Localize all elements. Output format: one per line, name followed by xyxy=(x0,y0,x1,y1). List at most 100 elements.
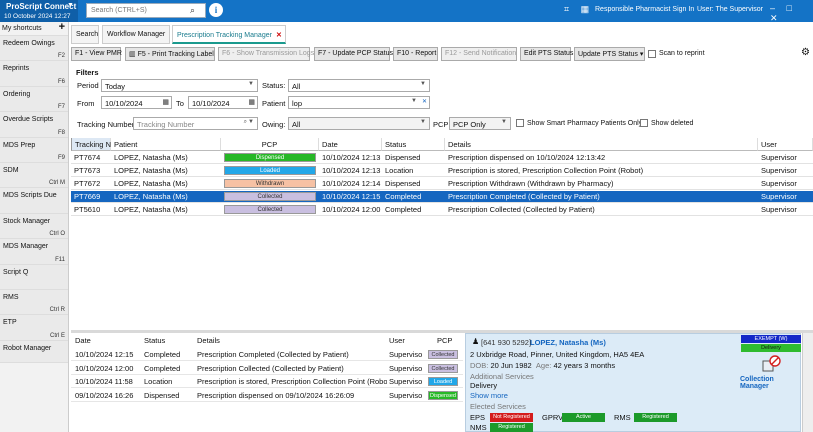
sidebar-item-robot-manager[interactable]: Robot Manager xyxy=(0,340,68,363)
pcp-status-badge: Collected xyxy=(224,192,316,201)
cell-details: Prescription Withdrawn (Withdrawn by Pha… xyxy=(448,179,614,188)
sidebar-item-overdue-scripts[interactable]: Overdue Scripts F8 xyxy=(0,112,68,138)
status-select[interactable]: All ▼ xyxy=(288,79,430,92)
info-icon[interactable]: i xyxy=(209,3,223,17)
collection-manager-icon[interactable] xyxy=(761,355,781,373)
add-shortcut-icon[interactable]: + xyxy=(59,21,65,33)
history-header-date[interactable]: Date xyxy=(75,336,91,345)
period-select[interactable]: Today ▼ xyxy=(101,79,258,92)
cell-tracking: PT7669 xyxy=(74,192,101,201)
current-user-link[interactable]: User: The Supervisor xyxy=(697,6,763,13)
history-header-user[interactable]: User xyxy=(389,336,405,345)
history-cell-date: 10/10/2024 11:58 xyxy=(75,377,133,386)
gear-icon[interactable]: ⚙ xyxy=(801,47,810,58)
history-row[interactable]: 10/10/2024 12:00 Completed Prescription Co… xyxy=(71,362,463,375)
pcp-select[interactable]: PCP Only ▼ xyxy=(449,117,511,130)
cell-details: Prescription Collected (Collected by Pat… xyxy=(448,205,595,214)
history-row[interactable]: 10/10/2024 11:58 Location Prescription is … xyxy=(71,375,463,388)
search-icon[interactable]: ⌕ xyxy=(190,5,195,16)
send-notification-button[interactable]: F12 - Send Notification xyxy=(441,47,517,61)
maximize-icon[interactable]: □ xyxy=(787,3,792,13)
scan-icon[interactable]: ⌗ xyxy=(564,4,569,14)
column-header-tracking[interactable]: Tracking N xyxy=(71,138,111,151)
edit-pts-status-button[interactable]: Edit PTS Status xyxy=(520,47,573,61)
column-header-user[interactable]: User xyxy=(758,138,813,151)
print-tracking-label-button[interactable]: ▥ F5 - Print Tracking Label xyxy=(125,47,215,61)
tab-search[interactable]: Search xyxy=(71,25,99,44)
search-icon[interactable]: ⌕ xyxy=(244,119,247,126)
sidebar-item-reprints[interactable]: Reprints F6 xyxy=(0,61,68,87)
calendar-icon[interactable]: ▦ xyxy=(162,98,169,106)
update-pts-status-button[interactable]: Update PTS Status ▾ xyxy=(574,47,645,61)
tab-workflow-manager[interactable]: Workflow Manager xyxy=(102,25,170,44)
scrollbar[interactable] xyxy=(802,333,813,432)
tracking-number-input[interactable]: Tracking Number ⌕ ▼ xyxy=(133,117,258,130)
sidebar-item-shortcut: Ctrl O xyxy=(49,231,65,238)
close-tab-icon[interactable]: ✕ xyxy=(276,32,282,39)
from-date-input[interactable]: 10/10/2024 ▦ xyxy=(101,96,172,109)
minimize-icon[interactable]: – xyxy=(770,3,775,13)
history-header-details[interactable]: Details xyxy=(197,336,220,345)
from-date-value: 10/10/2024 xyxy=(105,99,143,108)
to-date-input[interactable]: 10/10/2024 ▦ xyxy=(188,96,258,109)
chevron-down-icon: ▼ xyxy=(248,81,254,87)
collection-manager-link[interactable]: Collection Manager xyxy=(740,376,800,390)
rms-status-badge: Registered xyxy=(634,413,677,422)
patient-search-input[interactable]: lop ▼ ✕ xyxy=(288,96,430,109)
pcp-label: PCP xyxy=(433,120,449,129)
sidebar-item-mds-manager[interactable]: MDS Manager F11 xyxy=(0,239,68,265)
sidebar-item-mds-scripts-due[interactable]: MDS Scripts Due xyxy=(0,188,68,214)
table-row[interactable]: PT7672 LOPEZ, Natasha (Ms) 10/10/2024 12:1… xyxy=(71,178,813,190)
scan-to-reprint-label: Scan to reprint xyxy=(659,50,705,57)
responsible-pharmacist-link[interactable]: Responsible Pharmacist Sign In xyxy=(595,6,694,13)
sidebar-item-script-q[interactable]: Script Q xyxy=(0,264,68,290)
chevron-down-icon[interactable]: ▼ xyxy=(248,119,254,125)
history-row[interactable]: 09/10/2024 16:26 Dispensed Prescription di… xyxy=(71,389,463,402)
update-pcp-status-button[interactable]: F7 - Update PCP Status xyxy=(314,47,393,61)
sidebar-item-shortcut: Ctrl E xyxy=(50,332,65,339)
history-header-pcp[interactable]: PCP xyxy=(437,336,452,345)
show-transmission-logs-button[interactable]: F6 - Show Transmission Logs xyxy=(218,47,314,61)
cell-patient: LOPEZ, Natasha (Ms) xyxy=(114,205,188,214)
chevron-down-icon[interactable]: ▼ xyxy=(411,98,417,104)
sidebar-item-rms[interactable]: RMS Ctrl R xyxy=(0,289,68,316)
sidebar-item-mds-prep[interactable]: MDS Prep F9 xyxy=(0,137,68,163)
sidebar-item-etp[interactable]: ETP Ctrl E xyxy=(0,315,68,341)
sidebar-item-shortcut: Ctrl M xyxy=(49,180,65,187)
view-pmr-button[interactable]: F1 - View PMR xyxy=(71,47,122,61)
tab-prescription-tracking-manager[interactable]: Prescription Tracking Manager ✕ xyxy=(172,25,286,44)
table-row[interactable]: PT7669 LOPEZ, Natasha (Ms) 10/10/2024 12:1… xyxy=(71,191,813,203)
show-more-link[interactable]: Show more xyxy=(470,391,508,400)
smart-pharmacy-checkbox[interactable] xyxy=(516,119,524,127)
column-header-patient[interactable]: Patient xyxy=(111,138,221,151)
table-row[interactable]: PT7674 LOPEZ, Natasha (Ms) 10/10/2024 12:1… xyxy=(71,152,813,164)
sidebar-item-redeem-owings[interactable]: Redeem Owings F2 xyxy=(0,36,68,62)
scan-to-reprint-checkbox[interactable] xyxy=(648,50,656,58)
column-header-status[interactable]: Status xyxy=(382,138,445,151)
sidebar-item-sdm[interactable]: SDM Ctrl M xyxy=(0,162,68,189)
chevron-down-icon: ▾ xyxy=(639,51,644,58)
sidebar-item-stock-manager[interactable]: Stock Manager Ctrl O xyxy=(0,213,68,240)
grid-icon[interactable]: ▦ xyxy=(581,4,590,14)
report-button[interactable]: F10 - Report xyxy=(393,47,438,61)
owing-value: All xyxy=(292,120,301,129)
history-header-status[interactable]: Status xyxy=(144,336,165,345)
column-header-pcp[interactable]: PCP xyxy=(221,138,319,151)
sidebar-item-ordering[interactable]: Ordering F7 xyxy=(0,86,68,113)
global-search-input[interactable]: Search (CTRL+S) xyxy=(86,3,206,18)
period-value: Today xyxy=(105,82,126,91)
column-header-date[interactable]: Date xyxy=(319,138,382,151)
clear-icon[interactable]: ✕ xyxy=(422,98,427,105)
column-header-details[interactable]: Details xyxy=(445,138,758,151)
additional-service-delivery: Delivery xyxy=(470,381,498,390)
show-deleted-checkbox[interactable] xyxy=(640,119,648,127)
calendar-icon[interactable]: ▦ xyxy=(248,98,255,106)
close-icon[interactable]: ✕ xyxy=(770,13,778,23)
table-row[interactable]: PT7673 LOPEZ, Natasha (Ms) 10/10/2024 12:1… xyxy=(71,165,813,177)
owing-select[interactable]: All ▼ xyxy=(288,117,430,130)
app-menu-button[interactable]: ProScript Connect ▼ 10 October 2024 12:2… xyxy=(0,0,78,22)
table-row[interactable]: PT5610 LOPEZ, Natasha (Ms) 10/10/2024 12:0… xyxy=(71,204,813,216)
history-row[interactable]: 10/10/2024 12:15 Completed Prescription Co… xyxy=(71,348,463,361)
patient-name-link[interactable]: LOPEZ, Natasha (Ms) xyxy=(530,338,606,347)
cell-user: Supervisor xyxy=(761,166,797,175)
